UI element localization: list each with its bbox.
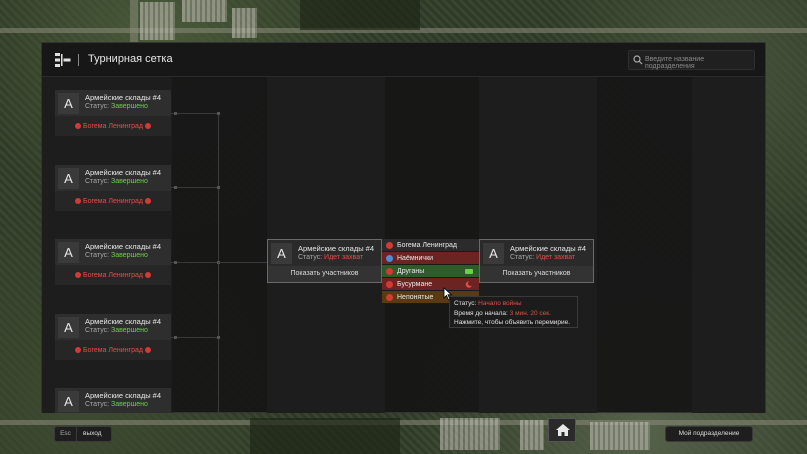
match-name: Армейские склады #4: [85, 168, 162, 177]
match-status: Статус: Идет захват: [298, 254, 364, 261]
team-emblem-icon: [386, 255, 393, 262]
team-emblem-icon: [75, 272, 81, 278]
my-unit-button[interactable]: Мой подразделение: [665, 426, 753, 442]
team-emblem-icon: [75, 123, 81, 129]
winner-team: Богема Ленинград: [55, 347, 171, 354]
home-icon: [556, 424, 570, 436]
winner-team: Богема Ленинград: [55, 123, 171, 130]
match-card[interactable]: A Армейские склады #4 Статус: Завершено …: [55, 165, 171, 211]
match-status: Статус: Идет захват: [510, 254, 576, 261]
location-avatar: A: [58, 391, 79, 412]
match-status: Статус: Завершено: [85, 401, 148, 408]
map-buildings: [590, 422, 650, 450]
bracket-connector: [171, 187, 219, 188]
war-tooltip: Статус: Начало войны Время до начала: 3 …: [449, 296, 578, 328]
map-buildings: [440, 418, 500, 450]
team-emblem-icon: [144, 347, 151, 353]
team-item[interactable]: Друганы: [382, 265, 479, 278]
show-participants-button[interactable]: Показать участников: [268, 266, 381, 282]
crescent-icon: [465, 281, 473, 288]
bracket-node: [174, 336, 177, 339]
team-emblem-icon: [144, 272, 151, 278]
map-buildings: [182, 0, 227, 22]
bracket-connector: [218, 262, 268, 263]
match-card[interactable]: A Армейские склады #4 Статус: Завершено: [55, 388, 171, 413]
match-status: Статус: Завершено: [85, 103, 148, 110]
bracket-node: [217, 186, 220, 189]
bracket-connector: [171, 337, 219, 338]
team-item[interactable]: Наёмнички: [382, 252, 479, 265]
bracket-node: [217, 112, 220, 115]
team-emblem-icon: [386, 268, 393, 275]
home-button[interactable]: [548, 418, 576, 442]
my-unit-label: Мой подразделение: [678, 430, 740, 437]
bracket-node: [174, 186, 177, 189]
location-avatar: A: [58, 168, 79, 189]
team-emblem-icon: [75, 198, 81, 204]
map-road: [0, 420, 807, 425]
map-forest: [300, 0, 420, 30]
bracket-node: [174, 112, 177, 115]
location-avatar: A: [483, 243, 504, 264]
map-buildings: [232, 8, 257, 38]
tooltip-status: Статус: Начало войны: [454, 300, 522, 307]
show-participants-button[interactable]: Показать участников: [480, 266, 593, 282]
panel-header: Турнирная сетка Введите название подразд…: [42, 43, 765, 77]
tournament-bracket-icon: [55, 53, 71, 67]
tooltip-time: Время до начала: 3 мин. 20 сек.: [454, 309, 551, 317]
exit-label: выход: [83, 430, 102, 437]
winner-team: Богема Ленинград: [55, 272, 171, 279]
page-title: Турнирная сетка: [88, 53, 173, 65]
map-buildings: [520, 420, 544, 450]
match-card-next[interactable]: A Армейские склады #4 Статус: Идет захва…: [479, 239, 594, 283]
search-input[interactable]: Введите название подразделения: [628, 50, 755, 70]
team-emblem-icon: [144, 198, 151, 204]
location-avatar: A: [58, 93, 79, 114]
team-emblem-icon: [386, 242, 393, 249]
winner-team: Богема Ленинград: [55, 198, 171, 205]
match-card-current[interactable]: A Армейские склады #4 Статус: Идет захва…: [267, 239, 382, 283]
match-name: Армейские склады #4: [85, 317, 162, 326]
bracket-connector: [171, 113, 219, 114]
tournament-panel: Турнирная сетка Введите название подразд…: [41, 42, 766, 413]
match-name: Армейские склады #4: [298, 244, 375, 253]
match-name: Армейские склады #4: [85, 93, 162, 102]
bracket-node: [217, 336, 220, 339]
search-icon: [633, 55, 643, 65]
map-forest: [250, 418, 400, 454]
esc-key-hint: Esc: [55, 427, 77, 441]
header-separator: [78, 54, 79, 66]
location-avatar: A: [58, 317, 79, 338]
team-emblem-icon: [144, 123, 151, 129]
exit-button[interactable]: Esc выход: [54, 426, 112, 442]
bracket-node: [174, 261, 177, 264]
bracket-connector: [171, 262, 219, 263]
match-card[interactable]: A Армейские склады #4 Статус: Завершено …: [55, 239, 171, 285]
location-avatar: A: [58, 242, 79, 263]
team-emblem-icon: [75, 347, 81, 353]
match-card[interactable]: A Армейские склады #4 Статус: Завершено …: [55, 90, 171, 136]
mouse-cursor-icon: [443, 287, 453, 301]
match-name: Армейские склады #4: [85, 391, 162, 400]
team-item[interactable]: Бусурмане: [382, 278, 479, 291]
tooltip-hint: Нажмите, чтобы объявить перемирие.: [454, 319, 571, 326]
round-column: [692, 77, 765, 413]
match-name: Армейские склады #4: [510, 244, 587, 253]
team-item[interactable]: Богема Ленинград: [382, 239, 479, 252]
location-avatar: A: [271, 243, 292, 264]
match-status: Статус: Завершено: [85, 178, 148, 185]
map-road: [130, 0, 138, 42]
match-status: Статус: Завершено: [85, 327, 148, 334]
search-placeholder: Введите название подразделения: [645, 56, 705, 70]
match-status: Статус: Завершено: [85, 252, 148, 259]
map-buildings: [140, 2, 175, 40]
team-emblem-icon: [386, 281, 393, 288]
fist-icon: [465, 269, 473, 274]
team-emblem-icon: [386, 294, 393, 301]
participants-list: Богема Ленинград Наёмнички Друганы Бусур…: [382, 239, 479, 304]
match-name: Армейские склады #4: [85, 242, 162, 251]
match-card[interactable]: A Армейские склады #4 Статус: Завершено …: [55, 314, 171, 360]
